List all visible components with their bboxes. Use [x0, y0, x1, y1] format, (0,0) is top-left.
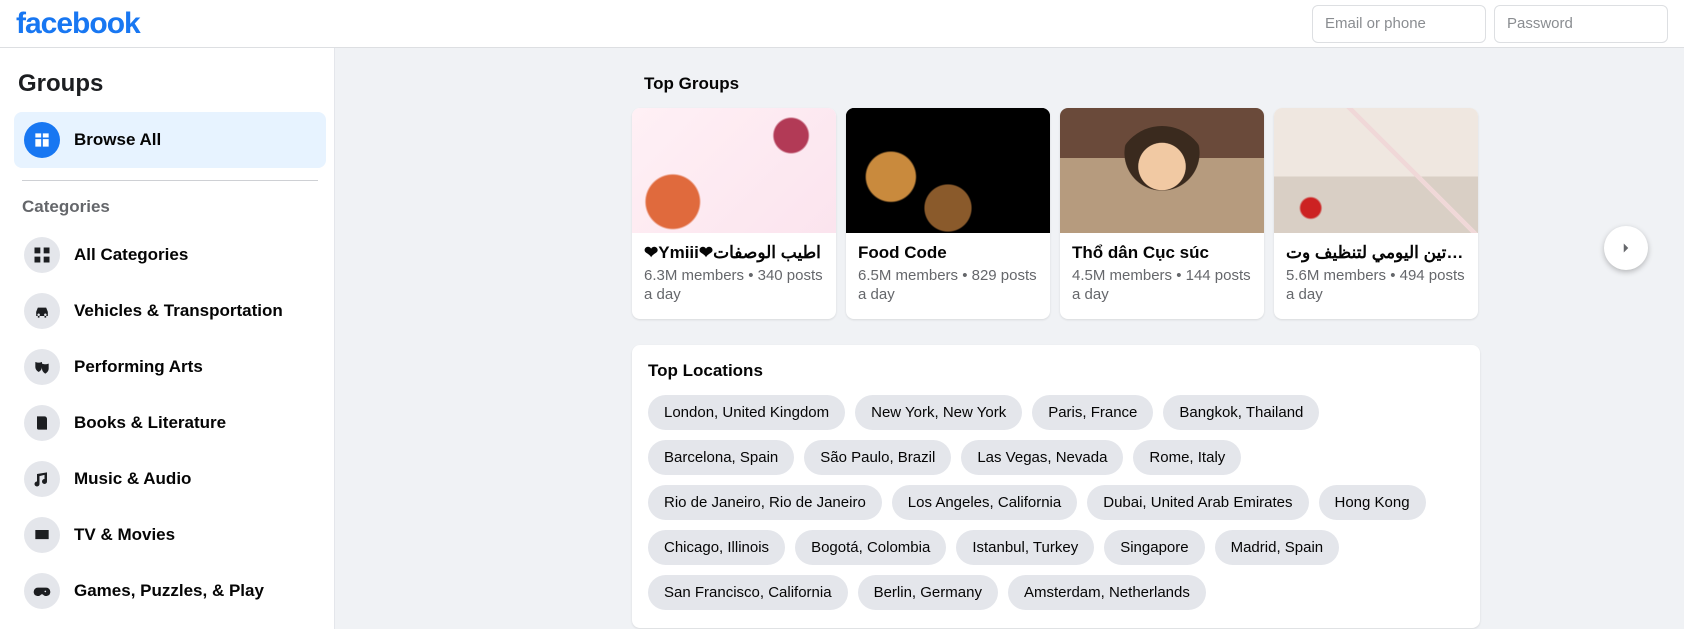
sidebar-item-label: Vehicles & Transportation — [74, 301, 283, 321]
book-icon — [24, 405, 60, 441]
sidebar-item-category[interactable]: Games, Puzzles, & Play — [14, 563, 326, 619]
location-chip[interactable]: Paris, France — [1032, 395, 1153, 430]
browse-all-icon — [24, 122, 60, 158]
location-chip[interactable]: London, United Kingdom — [648, 395, 845, 430]
group-title: الروتين اليومي لتنظيف وت... — [1286, 243, 1466, 263]
sidebar-item-label: All Categories — [74, 245, 188, 265]
sidebar-item-category[interactable]: TV & Movies — [14, 507, 326, 563]
sidebar-item-browse-all[interactable]: Browse All — [14, 112, 326, 168]
group-meta: 4.5M members • 144 posts a day — [1072, 267, 1252, 305]
car-icon — [24, 293, 60, 329]
facebook-logo[interactable]: facebook — [16, 7, 140, 41]
sidebar-item-label: Books & Literature — [74, 413, 226, 433]
group-title: ❤Ymiii❤اطيب الوصفات — [644, 243, 824, 263]
group-card[interactable]: ❤Ymiii❤اطيب الوصفات 6.3M members • 340 po… — [632, 108, 836, 319]
sidebar-item-label: Music & Audio — [74, 469, 191, 489]
group-meta: 6.5M members • 829 posts a day — [858, 267, 1038, 305]
location-chip[interactable]: Dubai, United Arab Emirates — [1087, 485, 1308, 520]
location-chip[interactable]: Chicago, Illinois — [648, 530, 785, 565]
tv-icon — [24, 517, 60, 553]
location-chip[interactable]: Las Vegas, Nevada — [961, 440, 1123, 475]
location-chip[interactable]: Rio de Janeiro, Rio de Janeiro — [648, 485, 882, 520]
location-chip[interactable]: San Francisco, California — [648, 575, 848, 610]
group-cover-image — [1060, 108, 1264, 233]
top-groups-row: ❤Ymiii❤اطيب الوصفات 6.3M members • 340 po… — [632, 108, 1480, 319]
sidebar-item-label: TV & Movies — [74, 525, 175, 545]
location-chip[interactable]: Madrid, Spain — [1215, 530, 1340, 565]
sidebar-item-label: Browse All — [74, 130, 161, 150]
login-inputs — [1312, 5, 1668, 43]
group-cover-image — [1274, 108, 1478, 233]
group-cover-image — [846, 108, 1050, 233]
group-card[interactable]: الروتين اليومي لتنظيف وت... 5.6M members … — [1274, 108, 1478, 319]
sidebar-item-label: Games, Puzzles, & Play — [74, 581, 264, 601]
music-icon — [24, 461, 60, 497]
main: Top Groups ❤Ymiii❤اطيب الوصفات 6.3M membe… — [335, 48, 1684, 629]
page-title: Groups — [14, 66, 326, 112]
sidebar: Groups Browse All Categories All Categor… — [0, 48, 335, 629]
masks-icon — [24, 349, 60, 385]
group-cover-image — [632, 108, 836, 233]
sidebar-item-category[interactable]: Performing Arts — [14, 339, 326, 395]
divider — [22, 180, 318, 181]
location-chip[interactable]: Los Angeles, California — [892, 485, 1077, 520]
location-chip[interactable]: Hong Kong — [1319, 485, 1426, 520]
next-button[interactable] — [1604, 226, 1648, 270]
grid-icon — [24, 237, 60, 273]
location-chip[interactable]: Istanbul, Turkey — [956, 530, 1094, 565]
group-card[interactable]: Thổ dân Cục súc 4.5M members • 144 posts … — [1060, 108, 1264, 319]
group-meta: 6.3M members • 340 posts a day — [644, 267, 824, 305]
sidebar-item-label: Performing Arts — [74, 357, 203, 377]
categories-label: Categories — [14, 197, 326, 227]
location-chip[interactable]: Barcelona, Spain — [648, 440, 794, 475]
top-groups-heading: Top Groups — [644, 74, 1480, 94]
sidebar-item-category[interactable]: Music & Audio — [14, 451, 326, 507]
group-card[interactable]: Food Code 6.5M members • 829 posts a day — [846, 108, 1050, 319]
location-chip[interactable]: Bogotá, Colombia — [795, 530, 946, 565]
sidebar-item-category[interactable]: Vehicles & Transportation — [14, 283, 326, 339]
location-chip[interactable]: Amsterdam, Netherlands — [1008, 575, 1206, 610]
group-title: Food Code — [858, 243, 1038, 263]
location-chip[interactable]: Bangkok, Thailand — [1163, 395, 1319, 430]
password-field[interactable] — [1494, 5, 1668, 43]
location-chip[interactable]: Rome, Italy — [1133, 440, 1241, 475]
group-meta: 5.6M members • 494 posts a day — [1286, 267, 1466, 305]
top-locations-panel: Top Locations London, United Kingdom New … — [632, 345, 1480, 628]
sidebar-item-category[interactable]: Books & Literature — [14, 395, 326, 451]
game-icon — [24, 573, 60, 609]
location-chip[interactable]: São Paulo, Brazil — [804, 440, 951, 475]
location-chip[interactable]: Singapore — [1104, 530, 1204, 565]
location-chips: London, United Kingdom New York, New York… — [648, 395, 1464, 610]
group-title: Thổ dân Cục súc — [1072, 243, 1252, 263]
location-chip[interactable]: New York, New York — [855, 395, 1022, 430]
top-locations-heading: Top Locations — [648, 361, 1464, 381]
sidebar-item-category[interactable]: All Categories — [14, 227, 326, 283]
location-chip[interactable]: Berlin, Germany — [858, 575, 998, 610]
email-field[interactable] — [1312, 5, 1486, 43]
chevron-right-icon — [1617, 239, 1635, 257]
topbar: facebook — [0, 0, 1684, 48]
